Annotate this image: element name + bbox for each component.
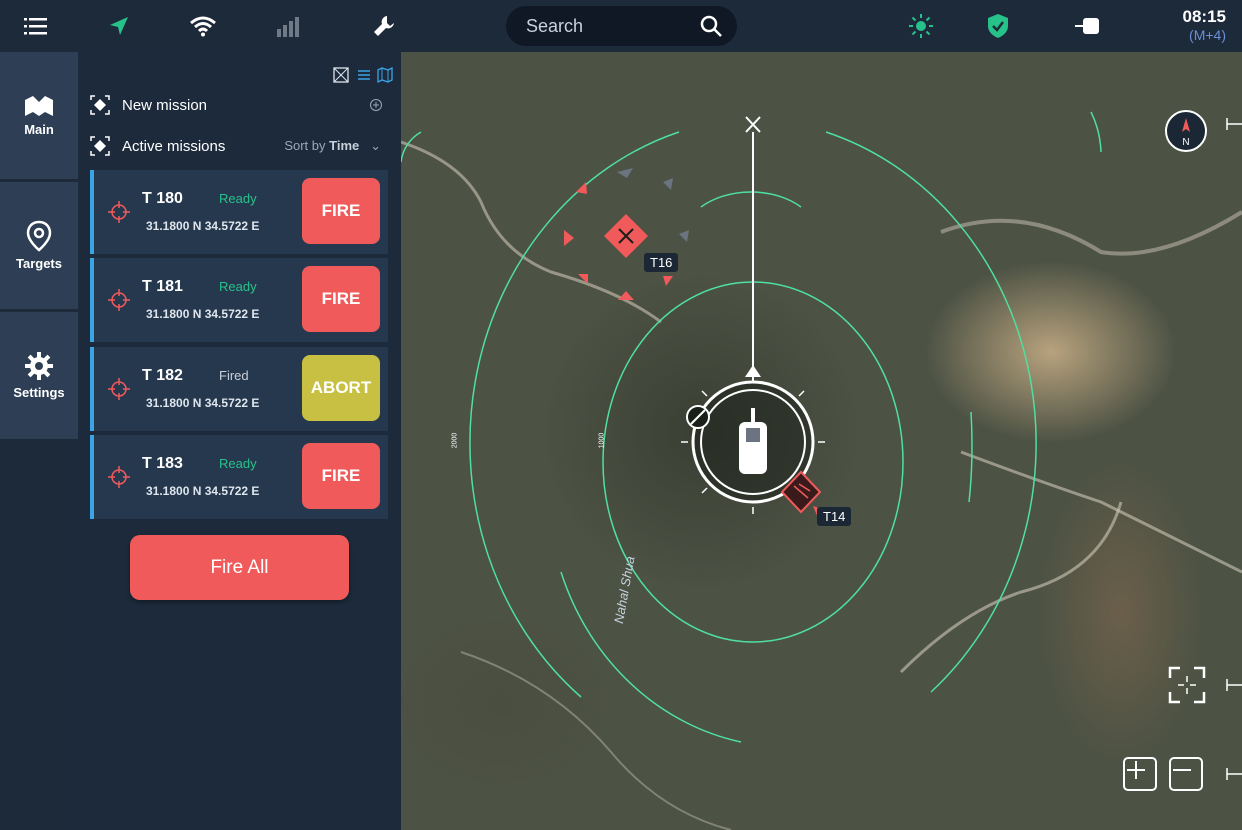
left-nav: Main Targets Settings bbox=[0, 52, 78, 830]
toggle-icon[interactable] bbox=[1072, 10, 1104, 42]
mission-icon bbox=[90, 95, 110, 115]
mission-card[interactable]: T 181 Ready 31.1800 N 34.5722 E FIRE bbox=[90, 258, 388, 342]
view-toggle bbox=[333, 67, 393, 83]
zoom-in-button[interactable] bbox=[1123, 757, 1157, 791]
mission-card[interactable]: T 183 Ready 31.1800 N 34.5722 E FIRE bbox=[90, 435, 388, 519]
zoom-out-button[interactable] bbox=[1169, 757, 1203, 791]
range-label-2000: 2000 bbox=[451, 432, 459, 449]
menu-icon[interactable] bbox=[20, 10, 52, 42]
mission-card[interactable]: T 180 Ready 31.1800 N 34.5722 E FIRE bbox=[90, 170, 388, 254]
top-bar: 08:15 (M+4) bbox=[0, 0, 1242, 52]
mission-name: T 180 bbox=[142, 190, 183, 207]
mission-name: T 181 bbox=[142, 278, 183, 295]
range-ring-outer bbox=[469, 131, 680, 698]
map-view-icon[interactable] bbox=[377, 67, 393, 83]
minus-icon bbox=[1173, 769, 1191, 771]
search-icon[interactable] bbox=[699, 14, 723, 38]
mission-card[interactable]: T 182 Fired 31.1800 N 34.5722 E ABORT bbox=[90, 347, 388, 431]
compass-north-label: N bbox=[1182, 137, 1190, 148]
mission-coord: 31.1800 N 34.5722 E bbox=[146, 484, 260, 498]
crosshair-icon bbox=[108, 378, 130, 400]
location-arrow-icon[interactable] bbox=[103, 10, 135, 42]
grid-view-icon[interactable] bbox=[333, 67, 349, 83]
add-icon[interactable] bbox=[369, 98, 383, 112]
clock: 08:15 (M+4) bbox=[1183, 8, 1226, 44]
crosshair-icon bbox=[108, 466, 130, 488]
nav-item-label: Targets bbox=[16, 256, 62, 271]
mission-status: Ready bbox=[219, 191, 257, 206]
clock-timezone: (M+4) bbox=[1189, 27, 1226, 43]
mission-status: Ready bbox=[219, 456, 257, 471]
mission-coord: 31.1800 N 34.5722 E bbox=[146, 396, 260, 410]
map-view[interactable]: T16 T14 Nahal Shua 2000 1000 N bbox=[401, 52, 1242, 830]
gear-icon bbox=[25, 352, 53, 380]
clock-time: 08:15 bbox=[1182, 7, 1226, 26]
target-label-t14: T14 bbox=[817, 507, 852, 526]
search-input[interactable] bbox=[526, 6, 696, 46]
recenter-icon[interactable] bbox=[1168, 666, 1206, 704]
mission-coord: 31.1800 N 34.5722 E bbox=[146, 219, 260, 233]
range-label-1000: 1000 bbox=[598, 432, 606, 449]
chevron-down-icon: ⌄ bbox=[362, 138, 381, 153]
active-missions-label: Active missions bbox=[122, 137, 226, 155]
nav-item-main[interactable]: Main bbox=[0, 52, 78, 179]
sort-dropdown[interactable]: Sort by Time ⌄ bbox=[284, 138, 381, 154]
compass-icon[interactable]: N bbox=[1165, 110, 1207, 152]
mission-panel: New mission Active missions Sort by Time… bbox=[78, 52, 401, 830]
wrench-icon[interactable] bbox=[368, 10, 400, 42]
new-mission-label: New mission bbox=[122, 96, 208, 114]
brightness-icon[interactable] bbox=[905, 10, 937, 42]
search-bar bbox=[506, 6, 737, 46]
mission-name: T 183 bbox=[142, 455, 183, 472]
map-overlay bbox=[401, 111, 1242, 830]
active-missions-row: Active missions bbox=[90, 136, 225, 156]
mission-coord: 31.1800 N 34.5722 E bbox=[146, 307, 260, 321]
map-icon bbox=[25, 96, 53, 116]
crosshair-icon bbox=[108, 289, 130, 311]
abort-button[interactable]: ABORT bbox=[302, 355, 380, 421]
target-t16-marker[interactable] bbox=[564, 168, 689, 300]
mission-status: Fired bbox=[219, 368, 249, 383]
pin-icon bbox=[26, 220, 52, 252]
wifi-icon[interactable] bbox=[187, 10, 219, 42]
plus-icon bbox=[1127, 761, 1145, 779]
list-view-icon[interactable] bbox=[355, 67, 371, 83]
mission-icon bbox=[90, 136, 110, 156]
shield-check-icon[interactable] bbox=[982, 10, 1014, 42]
mission-name: T 182 bbox=[142, 367, 183, 384]
new-mission-row[interactable]: New mission bbox=[90, 95, 207, 115]
target-label-t16: T16 bbox=[644, 253, 679, 272]
fire-button[interactable]: FIRE bbox=[302, 178, 380, 244]
crosshair-icon bbox=[108, 201, 130, 223]
nav-item-label: Main bbox=[24, 122, 54, 137]
nav-item-targets[interactable]: Targets bbox=[0, 182, 78, 309]
nav-item-settings[interactable]: Settings bbox=[0, 312, 78, 439]
mission-status: Ready bbox=[219, 279, 257, 294]
signal-icon bbox=[272, 10, 304, 42]
fire-button[interactable]: FIRE bbox=[302, 443, 380, 509]
fire-button[interactable]: FIRE bbox=[302, 266, 380, 332]
fire-all-button[interactable]: Fire All bbox=[130, 535, 349, 600]
nav-item-label: Settings bbox=[13, 385, 65, 400]
sort-by-label: Sort by bbox=[284, 138, 326, 153]
sort-by-value: Time bbox=[329, 138, 360, 153]
